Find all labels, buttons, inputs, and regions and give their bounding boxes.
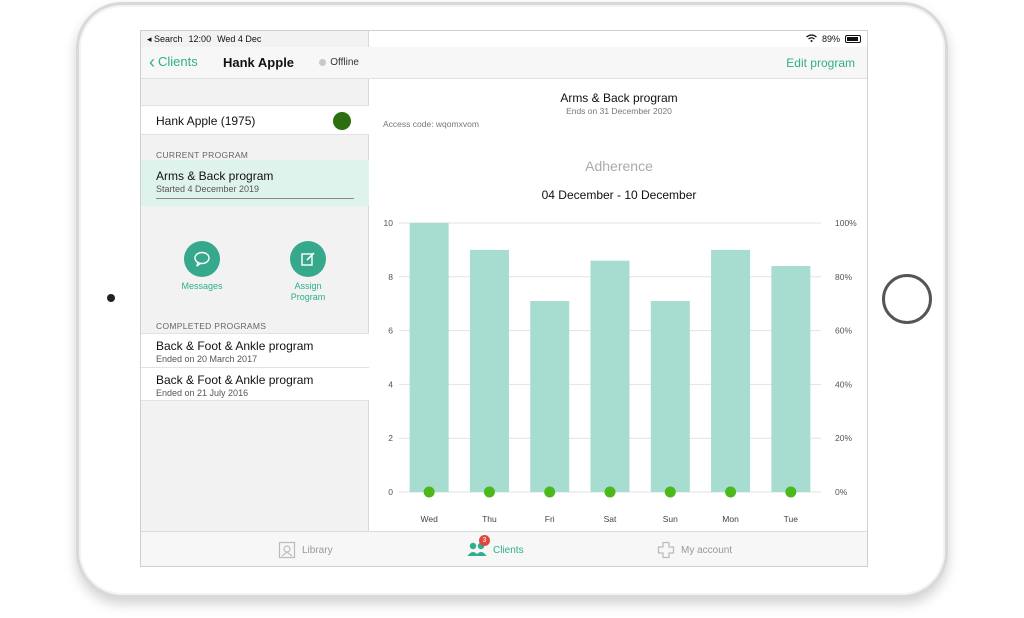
account-icon xyxy=(657,541,675,559)
y-tick-label: 8 xyxy=(388,272,393,282)
front-camera xyxy=(107,294,115,302)
chart-bar xyxy=(590,260,630,492)
chart-bar xyxy=(650,301,690,492)
chart-point xyxy=(544,486,556,498)
chart-point xyxy=(664,486,676,498)
completed-program-ended: Ended on 21 July 2016 xyxy=(156,388,249,398)
status-time: 12:00 xyxy=(188,34,212,44)
tab-my-account[interactable]: My account xyxy=(657,541,732,559)
assign-label-line1: Assign xyxy=(294,281,322,291)
status-bar: ◂ Search 12:00 Wed 4 Dec 89% xyxy=(141,31,867,47)
assign-label-line2: Program xyxy=(290,292,326,302)
back-button[interactable]: ‹ Clients xyxy=(149,51,198,72)
back-to-app[interactable]: ◂ Search xyxy=(147,34,183,45)
assign-program-button[interactable]: Assign Program xyxy=(268,241,348,303)
completed-program-title: Back & Foot & Ankle program xyxy=(156,339,314,353)
tab-bar: Library 3 Clients My account xyxy=(141,531,867,566)
adherence-title: Adherence xyxy=(585,158,653,174)
x-tick-label: Thu xyxy=(482,514,497,524)
chart-point xyxy=(604,486,616,498)
chart-point xyxy=(423,486,435,498)
completed-program-item[interactable]: Back & Foot & Ankle program Ended on 20 … xyxy=(141,333,369,367)
assign-circle xyxy=(290,241,326,277)
x-tick-label: Sun xyxy=(663,514,678,524)
x-tick-label: Fri xyxy=(545,514,555,524)
tab-clients-label: Clients xyxy=(493,545,524,556)
client-title: Hank Apple xyxy=(223,55,295,70)
current-program-header: CURRENT PROGRAM xyxy=(156,150,249,160)
client-panel: ‹ Clients Hank Apple Offline Hank Apple … xyxy=(141,31,369,531)
status-right: 89% xyxy=(806,34,861,44)
chart-bar xyxy=(711,249,751,492)
completed-program-item[interactable]: Back & Foot & Ankle program Ended on 21 … xyxy=(141,367,369,401)
completed-program-ended: Ended on 20 March 2017 xyxy=(156,354,258,364)
y-tick-label: 6 xyxy=(388,326,393,336)
wifi-icon xyxy=(806,34,817,44)
chat-bubble-icon xyxy=(194,251,210,267)
chart-bar xyxy=(469,249,509,492)
y2-tick-label: 60% xyxy=(835,326,852,336)
divider xyxy=(156,198,354,199)
client-name: Hank Apple (1975) xyxy=(156,114,256,128)
current-program-started: Started 4 December 2019 xyxy=(156,184,260,194)
completed-program-title: Back & Foot & Ankle program xyxy=(156,373,314,387)
connection-status: Offline xyxy=(319,57,359,68)
messages-circle xyxy=(184,241,220,277)
y-tick-label: 4 xyxy=(388,379,393,389)
x-tick-label: Tue xyxy=(784,514,799,524)
tab-library[interactable]: Library xyxy=(278,541,333,559)
x-tick-label: Wed xyxy=(420,514,438,524)
battery-icon xyxy=(845,35,861,43)
home-button[interactable] xyxy=(882,274,932,324)
y2-tick-label: 100% xyxy=(835,218,857,228)
edit-program-button[interactable]: Edit program xyxy=(786,56,855,70)
program-detail-panel: Edit program Arms & Back program Ends on… xyxy=(369,31,867,531)
program-title: Arms & Back program xyxy=(560,91,678,105)
x-tick-label: Mon xyxy=(722,514,739,524)
program-nav-bar: Edit program xyxy=(369,47,867,79)
client-nav-bar: ‹ Clients Hank Apple Offline xyxy=(141,47,369,79)
program-ends: Ends on 31 December 2020 xyxy=(566,106,672,116)
tab-clients[interactable]: 3 Clients xyxy=(467,535,524,560)
clients-icon-wrap: 3 xyxy=(467,535,490,560)
date-range: 04 December - 10 December xyxy=(541,188,697,202)
chart-bar xyxy=(530,301,570,492)
current-program-item[interactable]: Arms & Back program Started 4 December 2… xyxy=(141,160,369,206)
x-tick-label: Sat xyxy=(604,514,617,524)
tab-my-account-label: My account xyxy=(681,544,733,556)
screen: ‹ Clients Hank Apple Offline Hank Apple … xyxy=(140,30,868,567)
back-label: Clients xyxy=(158,54,198,69)
adherence-chart: 0 0% 2 20% 4 40% 6 60% 8 80% 10 100% Wed Thu Fri Sat Sun… xyxy=(384,218,858,524)
client-status-dot xyxy=(333,112,351,130)
tab-library-label: Library xyxy=(302,544,333,556)
chevron-left-icon: ‹ xyxy=(149,51,155,72)
y2-tick-label: 0% xyxy=(835,487,848,497)
offline-dot-icon xyxy=(319,59,327,66)
completed-programs-header: COMPLETED PROGRAMS xyxy=(156,321,267,331)
messages-label: Messages xyxy=(181,281,223,291)
chart-point xyxy=(483,486,495,498)
edit-icon xyxy=(301,252,315,266)
chart-point xyxy=(725,486,737,498)
y2-tick-label: 20% xyxy=(835,433,852,443)
messages-button[interactable]: Messages xyxy=(162,241,242,292)
y2-tick-label: 40% xyxy=(835,379,852,389)
y2-tick-label: 80% xyxy=(835,272,852,282)
status-left: ◂ Search 12:00 Wed 4 Dec xyxy=(147,34,261,45)
client-row[interactable]: Hank Apple (1975) xyxy=(141,105,369,135)
y-tick-label: 0 xyxy=(388,487,393,497)
y-tick-label: 2 xyxy=(388,433,393,443)
connection-label: Offline xyxy=(330,57,359,68)
library-icon xyxy=(278,541,296,559)
chart-bar xyxy=(771,266,811,492)
clients-badge: 3 xyxy=(479,535,490,546)
access-code: Access code: wqomxvom xyxy=(383,119,479,129)
chart-bar xyxy=(409,223,449,492)
current-program-title: Arms & Back program xyxy=(156,169,274,183)
chart-point xyxy=(785,486,797,498)
assign-label: Assign Program xyxy=(268,281,348,303)
y-tick-label: 10 xyxy=(384,218,394,228)
status-date: Wed 4 Dec xyxy=(217,34,262,44)
battery-percent: 89% xyxy=(821,34,840,44)
